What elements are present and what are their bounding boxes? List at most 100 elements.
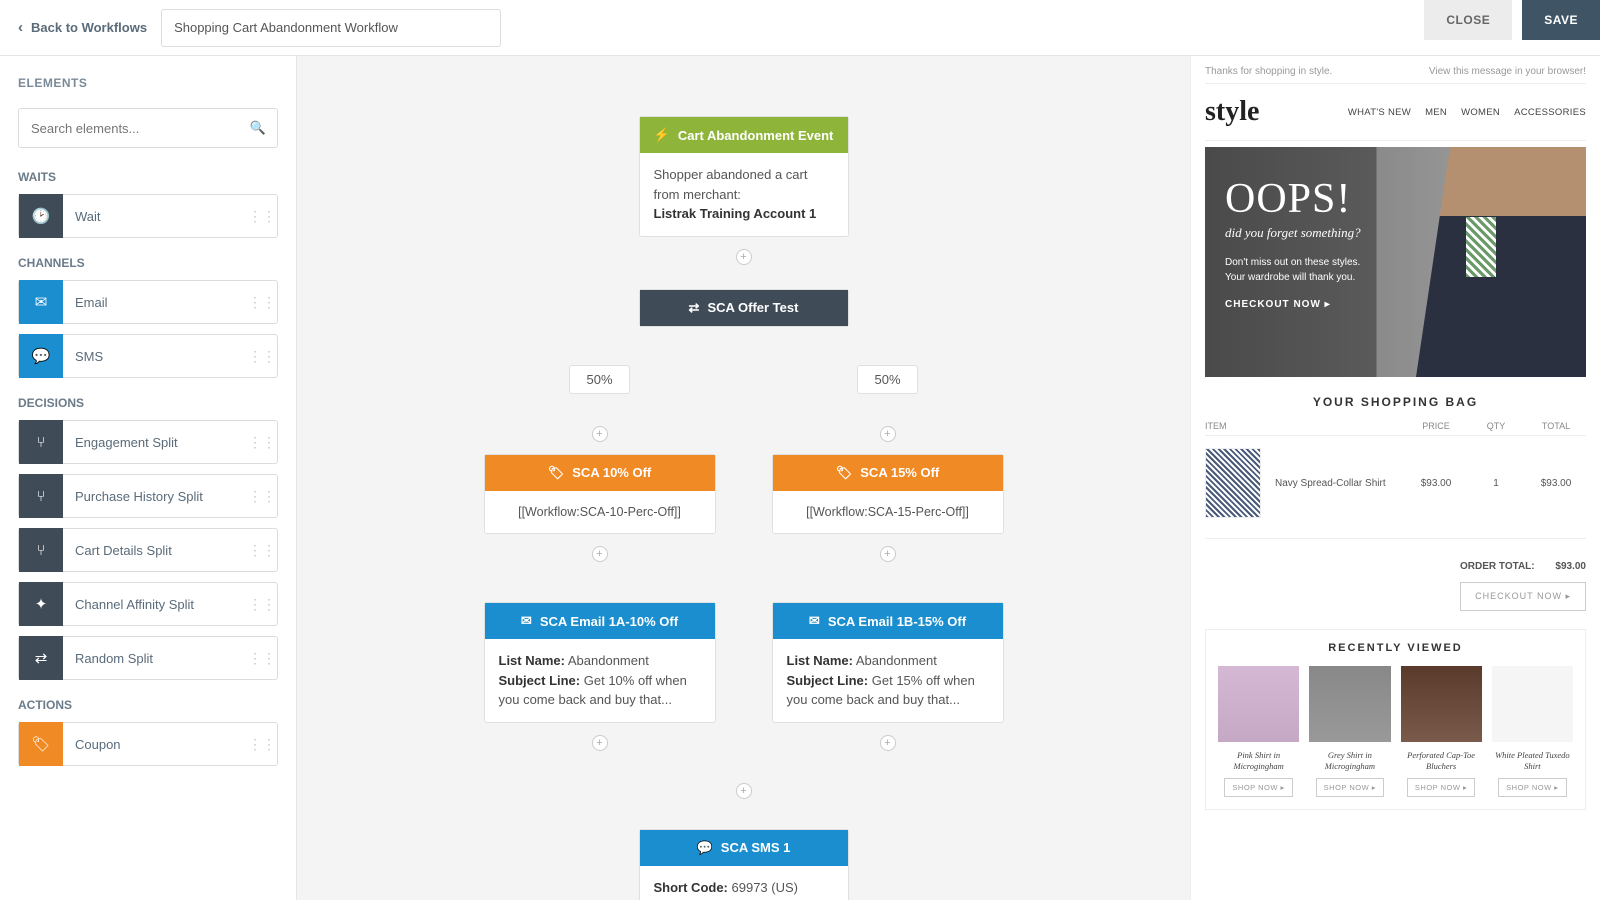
save-button[interactable]: SAVE [1522, 0, 1600, 40]
close-button[interactable]: CLOSE [1424, 0, 1512, 40]
wand-icon: ✦ [19, 582, 63, 626]
shuffle-icon: ⇄ [689, 300, 700, 316]
node-sca-10-off[interactable]: 🏷SCA 10% Off [[Workflow:SCA-10-Perc-Off]… [484, 454, 716, 535]
add-node-button[interactable]: + [592, 735, 608, 751]
cart-row: Navy Spread-Collar Shirt $93.00 1 $93.00 [1205, 436, 1586, 530]
node-sca-email-1a[interactable]: ✉SCA Email 1A-10% Off List Name: Abandon… [484, 602, 716, 723]
element-email[interactable]: ✉ Email ⋮⋮ [18, 280, 278, 324]
element-wait[interactable]: 🕑 Wait ⋮⋮ [18, 194, 278, 238]
shuffle-icon: ⇄ [19, 636, 63, 680]
branch-icon: ⑂ [19, 528, 63, 572]
nav-men[interactable]: MEN [1425, 107, 1447, 118]
group-decisions: DECISIONS [18, 396, 278, 410]
element-purchase-split[interactable]: ⑂ Purchase History Split ⋮⋮ [18, 474, 278, 518]
chevron-left-icon: ‹ [18, 19, 23, 36]
brand-logo: style [1205, 96, 1259, 128]
preview-view-browser-link[interactable]: View this message in your browser! [1429, 66, 1586, 77]
bolt-icon: ⚡ [654, 127, 670, 143]
element-coupon[interactable]: 🏷 Coupon ⋮⋮ [18, 722, 278, 766]
element-random-split[interactable]: ⇄ Random Split ⋮⋮ [18, 636, 278, 680]
node-cart-abandonment-event[interactable]: ⚡Cart Abandonment Event Shopper abandone… [639, 116, 849, 237]
group-channels: CHANNELS [18, 256, 278, 270]
element-sms[interactable]: 💬 SMS ⋮⋮ [18, 334, 278, 378]
tag-icon: 🏷 [548, 465, 565, 481]
drag-handle-icon: ⋮⋮ [247, 736, 277, 753]
drag-handle-icon: ⋮⋮ [247, 596, 277, 613]
email-icon: ✉ [809, 613, 820, 629]
back-to-workflows-link[interactable]: ‹ Back to Workflows [18, 19, 147, 36]
app-header: ‹ Back to Workflows CLOSE SAVE [0, 0, 1600, 56]
tag-icon: 🏷 [19, 722, 63, 766]
branch-icon: ⑂ [19, 474, 63, 518]
recently-viewed-title: RECENTLY VIEWED [1218, 642, 1573, 654]
node-sca-15-off[interactable]: 🏷SCA 15% Off [[Workflow:SCA-15-Perc-Off]… [772, 454, 1004, 535]
group-actions: ACTIONS [18, 698, 278, 712]
drag-handle-icon: ⋮⋮ [247, 434, 277, 451]
recent-product[interactable]: Grey Shirt in Microgingham SHOP NOW ▸ [1309, 666, 1390, 797]
email-icon: ✉ [19, 280, 63, 324]
sms-icon: 💬 [697, 840, 713, 856]
node-sca-sms-1[interactable]: 💬SCA SMS 1 Short Code: 69973 (US) [639, 829, 849, 900]
search-elements-input[interactable] [18, 108, 278, 148]
hero-model-image [1416, 147, 1586, 377]
branch-left: 50% + 🏷SCA 10% Off [[Workflow:SCA-10-Per… [484, 365, 716, 763]
add-node-button[interactable]: + [736, 783, 752, 799]
product-image [1309, 666, 1390, 742]
drag-handle-icon: ⋮⋮ [247, 542, 277, 559]
email-preview-panel: Thanks for shopping in style. View this … [1190, 56, 1600, 900]
node-sca-email-1b[interactable]: ✉SCA Email 1B-15% Off List Name: Abandon… [772, 602, 1004, 723]
shop-now-button[interactable]: SHOP NOW ▸ [1316, 778, 1384, 797]
hero-headline: OOPS! [1225, 175, 1361, 223]
workflow-title-input[interactable] [161, 9, 501, 47]
nav-women[interactable]: WOMEN [1461, 107, 1500, 118]
node-sca-offer-test[interactable]: ⇄SCA Offer Test [639, 289, 849, 327]
split-percentage-right: 50% [857, 365, 917, 394]
add-node-button[interactable]: + [880, 735, 896, 751]
order-total-label: ORDER TOTAL: [1460, 561, 1535, 572]
clock-icon: 🕑 [19, 194, 63, 238]
bag-title: YOUR SHOPPING BAG [1205, 377, 1586, 421]
recent-product[interactable]: Perforated Cap-Toe Bluchers SHOP NOW ▸ [1401, 666, 1482, 797]
search-icon: 🔍 [250, 120, 266, 136]
hero-checkout-cta[interactable]: CHECKOUT NOW ▸ [1225, 299, 1361, 310]
branch-icon: ⑂ [19, 420, 63, 464]
add-node-button[interactable]: + [592, 546, 608, 562]
add-node-button[interactable]: + [880, 426, 896, 442]
recent-product[interactable]: Pink Shirt in Microgingham SHOP NOW ▸ [1218, 666, 1299, 797]
order-total-value: $93.00 [1555, 561, 1586, 572]
product-image [1218, 666, 1299, 742]
product-thumbnail [1205, 448, 1261, 518]
group-waits: WAITS [18, 170, 278, 184]
nav-accessories[interactable]: ACCESSORIES [1514, 107, 1586, 118]
product-image [1492, 666, 1573, 742]
drag-handle-icon: ⋮⋮ [247, 294, 277, 311]
element-cart-split[interactable]: ⑂ Cart Details Split ⋮⋮ [18, 528, 278, 572]
recent-product[interactable]: White Pleated Tuxedo Shirt SHOP NOW ▸ [1492, 666, 1573, 797]
email-icon: ✉ [521, 613, 532, 629]
nav-whats-new[interactable]: WHAT'S NEW [1348, 107, 1411, 118]
product-image [1401, 666, 1482, 742]
split-percentage-left: 50% [569, 365, 629, 394]
drag-handle-icon: ⋮⋮ [247, 208, 277, 225]
drag-handle-icon: ⋮⋮ [247, 348, 277, 365]
workflow-canvas[interactable]: ⚡Cart Abandonment Event Shopper abandone… [297, 56, 1190, 900]
preview-topbar-left: Thanks for shopping in style. [1205, 66, 1332, 77]
element-affinity-split[interactable]: ✦ Channel Affinity Split ⋮⋮ [18, 582, 278, 626]
drag-handle-icon: ⋮⋮ [247, 488, 277, 505]
tag-icon: 🏷 [836, 465, 853, 481]
element-engagement-split[interactable]: ⑂ Engagement Split ⋮⋮ [18, 420, 278, 464]
sidebar-title: ELEMENTS [18, 76, 278, 90]
branch-right: 50% + 🏷SCA 15% Off [[Workflow:SCA-15-Per… [772, 365, 1004, 763]
elements-sidebar: ELEMENTS 🔍 WAITS 🕑 Wait ⋮⋮ CHANNELS ✉ Em… [0, 56, 297, 900]
drag-handle-icon: ⋮⋮ [247, 650, 277, 667]
sms-icon: 💬 [19, 334, 63, 378]
shop-now-button[interactable]: SHOP NOW ▸ [1407, 778, 1475, 797]
add-node-button[interactable]: + [592, 426, 608, 442]
shop-now-button[interactable]: SHOP NOW ▸ [1224, 778, 1292, 797]
checkout-now-button[interactable]: CHECKOUT NOW ▸ [1460, 582, 1586, 611]
hero-subhead: did you forget something? [1225, 225, 1361, 241]
add-node-button[interactable]: + [880, 546, 896, 562]
add-node-button[interactable]: + [736, 249, 752, 265]
back-label: Back to Workflows [31, 20, 147, 35]
shop-now-button[interactable]: SHOP NOW ▸ [1498, 778, 1566, 797]
